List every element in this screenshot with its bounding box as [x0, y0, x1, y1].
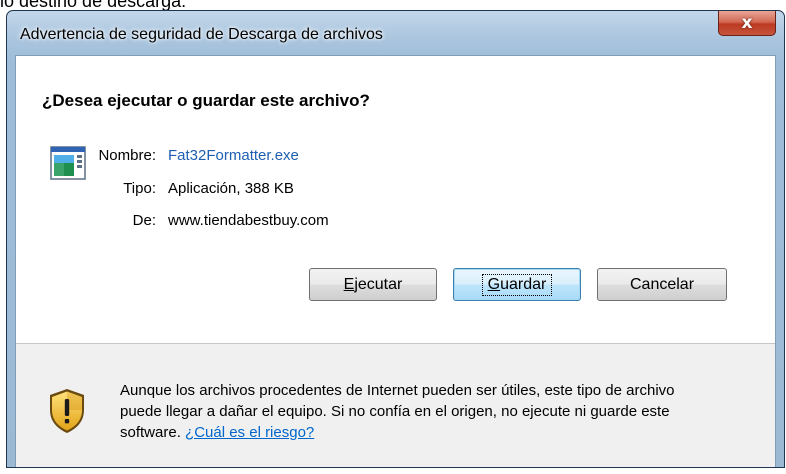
dialog-content: ¿Desea ejecutar o guardar este archivo? …	[15, 55, 776, 467]
save-button-label: Guardar	[481, 273, 553, 296]
security-shield-icon	[50, 389, 84, 433]
download-security-dialog: Advertencia de seguridad de Descarga de …	[6, 10, 785, 468]
run-button[interactable]: Ejecutar	[309, 268, 437, 301]
file-name-label: Nombre:	[98, 147, 156, 164]
file-name-value: Fat32Formatter.exe	[168, 147, 299, 164]
title-bar[interactable]: Advertencia de seguridad de Descarga de …	[7, 11, 784, 55]
file-source-label: De:	[132, 212, 156, 229]
save-button[interactable]: Guardar	[453, 268, 581, 301]
close-icon: x	[741, 13, 753, 33]
close-button[interactable]: x	[718, 11, 776, 36]
warning-panel: Aunque los archivos procedentes de Inter…	[16, 344, 775, 467]
cancel-button[interactable]: Cancelar	[597, 268, 727, 301]
file-type-label: Tipo:	[123, 180, 156, 197]
file-source-value: www.tiendabestbuy.com	[168, 212, 329, 229]
run-button-label: Ejecutar	[343, 275, 403, 293]
file-type-value: Aplicación, 388 KB	[168, 180, 294, 197]
dialog-question: ¿Desea ejecutar o guardar este archivo?	[42, 91, 370, 110]
cancel-button-label: Cancelar	[629, 275, 695, 293]
window-title: Advertencia de seguridad de Descarga de …	[20, 26, 383, 43]
risk-link[interactable]: ¿Cuál es el riesgo?	[185, 424, 314, 441]
warning-message: Aunque los archivos procedentes de Inter…	[120, 380, 680, 443]
